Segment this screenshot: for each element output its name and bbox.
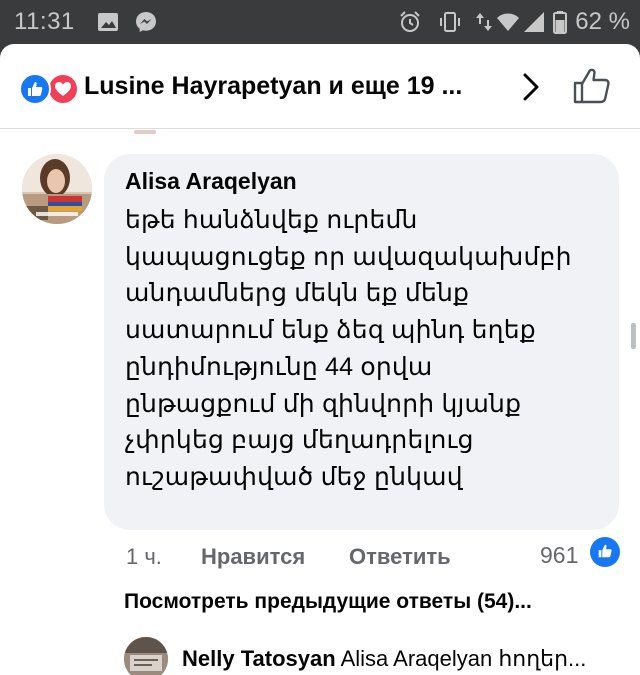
alarm-icon (400, 11, 420, 32)
status-bar: 11:31 62 % (0, 0, 640, 44)
data-arrows-icon (476, 13, 492, 31)
battery-icon (553, 11, 567, 34)
like-button[interactable]: Нравится (201, 544, 305, 570)
gallery-icon (98, 13, 118, 31)
comments-sheet: Lusine Hayrapetyan и еще 19 ... Alisa Ar… (0, 44, 640, 675)
like-thumb-icon[interactable] (571, 66, 613, 106)
scrollbar-thumb[interactable] (631, 323, 636, 349)
comment-timestamp[interactable]: 1 ч. (126, 544, 162, 570)
avatar[interactable] (124, 637, 168, 675)
reply-text: Alisa Araqelyan հողեր... (340, 646, 587, 671)
comment-bubble[interactable]: Alisa Araqelyan եթե հանձնվեք ուրեմն կապա… (104, 154, 619, 530)
comment-text-line: ընթացքում մի զինվորի կյանք (125, 389, 522, 418)
chevron-right-icon[interactable] (514, 70, 548, 104)
comment-text-line: ուշաթափված մեջ ընկավ (125, 462, 463, 491)
previous-comment-fragment (134, 130, 156, 134)
reply-button[interactable]: Ответить (349, 544, 451, 570)
comment-text: եթե հանձնվեք ուրեմն կապացուցեք որ ավազակ… (125, 202, 605, 496)
battery-percentage: 62 % (575, 8, 630, 35)
reply-preview[interactable]: Nelly Tatosyan Alisa Araqelyan հողեր... (182, 646, 586, 672)
reactions-header[interactable]: Lusine Hayrapetyan и еще 19 ... (0, 44, 640, 129)
like-reaction-icon[interactable] (590, 537, 620, 567)
like-count[interactable]: 961 (540, 542, 578, 569)
vibrate-icon (440, 12, 460, 32)
like-reaction-icon (19, 73, 51, 105)
reactors-summary[interactable]: Lusine Hayrapetyan и еще 19 ... (84, 72, 462, 101)
comment-text-line: սատարում ենք ձեզ պինդ եղեք (125, 316, 536, 345)
comment-text-line: ընդիմությունը 44 օրվա (125, 352, 433, 381)
messenger-icon (136, 12, 156, 32)
status-time: 11:31 (14, 8, 75, 35)
comment-text-line: կապացուցեք որ ավազակախմբի (125, 242, 572, 271)
avatar[interactable] (22, 154, 92, 224)
comment-text-line: եթե հանձնվեք ուրեմն (125, 206, 418, 234)
love-reaction-icon (47, 73, 79, 105)
reply-author[interactable]: Nelly Tatosyan (182, 646, 336, 671)
comment-author[interactable]: Alisa Araqelyan (125, 168, 297, 195)
wifi-icon (497, 13, 519, 31)
view-previous-replies-link[interactable]: Посмотреть предыдущие ответы (54)... (124, 590, 532, 614)
comment-text-line: չփրկեց բայց մեղադրելուց (125, 426, 474, 455)
signal-icon (524, 12, 544, 32)
comment-text-line: անդամներց մեկն եք մենք (125, 279, 470, 308)
